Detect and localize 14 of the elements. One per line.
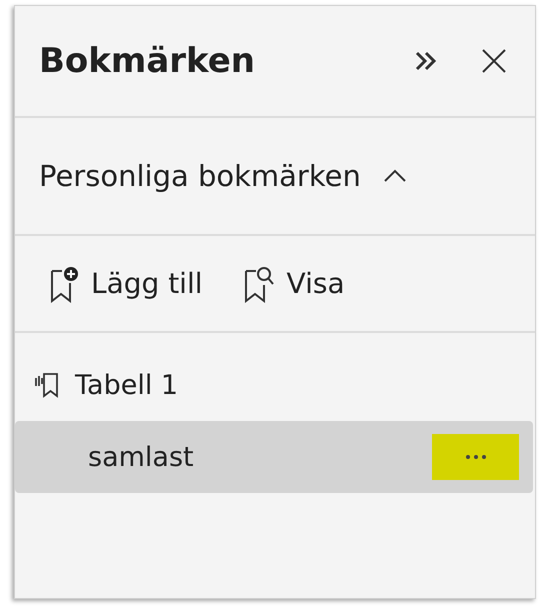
more-icon [464, 454, 486, 460]
close-icon [481, 48, 507, 74]
tree-item[interactable]: samlast [15, 421, 533, 493]
section-header[interactable]: Personliga bokmärken [15, 118, 535, 236]
double-chevron-icon [413, 49, 439, 73]
tree-item-label: Tabell 1 [75, 370, 180, 400]
bookmark-add-icon [49, 264, 81, 302]
toolbar-button[interactable]: Lägg till [49, 264, 203, 302]
chevron-icon [382, 169, 407, 183]
section-title: Personliga bokmärken [39, 159, 361, 193]
tree-item-label: samlast [88, 442, 195, 472]
tree-item[interactable]: Tabell 1 [15, 357, 533, 413]
panel-title: Bokmärken [39, 41, 256, 81]
toolbar-button[interactable]: Visa [242, 264, 345, 302]
